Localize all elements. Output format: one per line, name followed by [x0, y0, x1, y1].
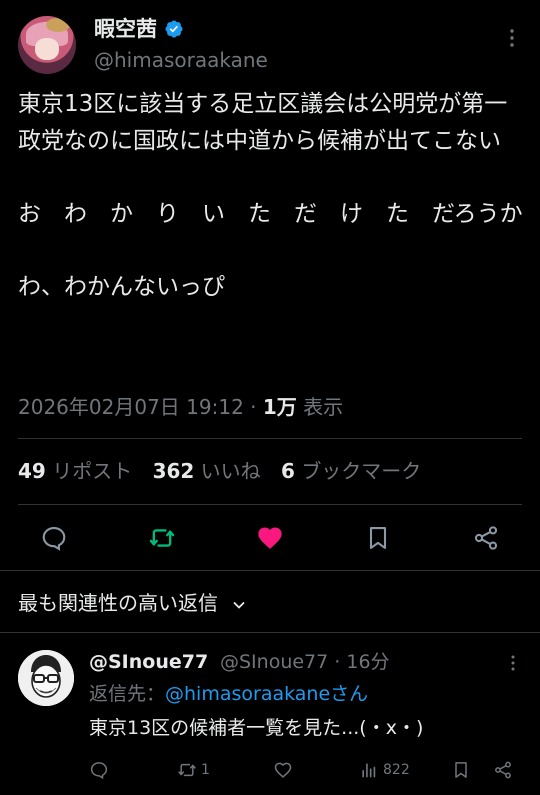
like-icon	[274, 762, 292, 778]
divider	[0, 570, 540, 571]
reply-more-options-icon[interactable]	[504, 654, 522, 672]
likes-count: 362	[152, 459, 195, 483]
divider	[0, 632, 540, 633]
reply-like-button[interactable]	[273, 758, 293, 782]
divider	[18, 504, 522, 505]
tweet-datetime[interactable]: 2026年02月07日 19:12	[18, 395, 244, 419]
views-label: 表示	[303, 395, 344, 419]
reply-reply-button[interactable]	[89, 758, 109, 782]
reply-share-button[interactable]	[493, 758, 513, 782]
chevron-down-icon	[233, 601, 245, 609]
reply-repost-button[interactable]: 1	[177, 758, 210, 782]
author-display-name[interactable]: 暇空茜	[94, 16, 157, 42]
tweet-text: 東京13区に該当する足立区議会は公明党が第一政党なのに国政には中道から候補が出て…	[18, 91, 523, 300]
tweet-meta: 2026年02月07日 19:12 · 1万 表示	[18, 392, 343, 422]
bookmark-icon[interactable]	[364, 524, 392, 552]
reply-bookmark-button[interactable]	[451, 758, 471, 782]
reply-avatar[interactable]	[18, 650, 74, 706]
likes-label: いいね	[200, 459, 261, 483]
author-avatar[interactable]	[18, 16, 76, 74]
reply-repost-count: 1	[201, 762, 210, 778]
reply-icon[interactable]	[40, 524, 68, 552]
share-icon[interactable]	[472, 524, 500, 552]
bookmarks-label: ブックマーク	[301, 459, 422, 483]
bookmarks-stat[interactable]: 6 ブックマーク	[281, 459, 421, 483]
reposts-count: 49	[18, 459, 46, 483]
bookmark-icon	[455, 762, 467, 778]
like-icon[interactable]	[256, 524, 284, 552]
tweet-header: 暇空茜 @himasoraakane	[18, 16, 522, 78]
divider	[18, 438, 522, 439]
meta-separator: ·	[250, 395, 257, 419]
verified-badge-icon	[165, 20, 183, 38]
share-icon	[495, 761, 511, 779]
reposts-label: リポスト	[52, 459, 133, 483]
tweet-stats: 49 リポスト 362 いいね 6 ブックマーク	[18, 456, 421, 486]
reply-views[interactable]: 822	[359, 758, 410, 782]
reply-views-count: 822	[383, 762, 410, 778]
reply-avatar-face	[18, 650, 74, 706]
views-icon	[362, 763, 376, 778]
reply-to-prefix: 返信先：	[89, 683, 166, 705]
reply-to-mention[interactable]: @himasoraakaneさん	[165, 683, 368, 705]
reply-to-line: 返信先：@himasoraakaneさん	[89, 682, 368, 706]
repost-icon[interactable]	[148, 524, 176, 552]
reply-display-name[interactable]: @SInoue77	[89, 650, 208, 674]
bookmarks-count: 6	[281, 459, 295, 483]
replies-sort-label: 最も関連性の高い返信	[18, 591, 218, 615]
reply-action-bar: 1 822	[89, 758, 522, 782]
reply-item[interactable]: @SInoue77 @SInoue77 · 16分 返信先：@himasoraa…	[18, 650, 522, 790]
replies-sort-dropdown[interactable]: 最も関連性の高い返信	[18, 588, 246, 618]
action-bar	[0, 516, 540, 560]
repost-icon	[178, 763, 196, 777]
reply-icon	[90, 762, 108, 780]
reposts-stat[interactable]: 49 リポスト	[18, 459, 132, 483]
author-handle[interactable]: @himasoraakane	[94, 47, 268, 73]
avatar-hat	[46, 18, 70, 32]
avatar-face	[35, 38, 59, 60]
views-count: 1万	[262, 395, 297, 419]
reply-text: 東京13区の候補者一覧を見た...(・x・)	[89, 717, 424, 739]
more-options-icon[interactable]	[502, 28, 522, 48]
reply-handle-time[interactable]: @SInoue77 · 16分	[220, 650, 390, 674]
likes-stat[interactable]: 362 いいね	[153, 459, 261, 483]
